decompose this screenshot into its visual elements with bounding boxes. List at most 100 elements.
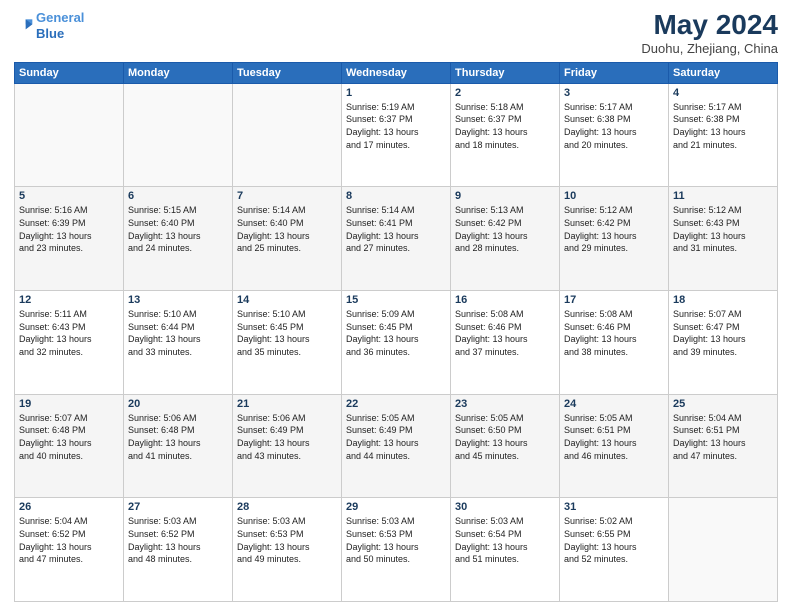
day-number: 5 xyxy=(19,190,119,202)
day-number: 3 xyxy=(564,87,664,99)
day-info: Sunrise: 5:16 AM Sunset: 6:39 PM Dayligh… xyxy=(19,204,119,254)
calendar-cell: 15Sunrise: 5:09 AM Sunset: 6:45 PM Dayli… xyxy=(342,291,451,395)
calendar-cell: 19Sunrise: 5:07 AM Sunset: 6:48 PM Dayli… xyxy=(15,394,124,498)
header: General Blue May 2024 Duohu, Zhejiang, C… xyxy=(14,10,778,56)
calendar-cell: 22 Sunrise: 5:05 AM Sunset: 6:49 PM Dayli… xyxy=(342,394,451,498)
day-info: Sunrise: 5:18 AM Sunset: 6:37 PM Dayligh… xyxy=(455,101,555,151)
logo: General Blue xyxy=(14,10,84,41)
day-info: Sunrise: 5:12 AM Sunset: 6:43 PM Dayligh… xyxy=(673,204,773,254)
day-number: 11 xyxy=(673,190,773,202)
day-number: 28 xyxy=(237,501,337,513)
calendar-cell: 8 Sunrise: 5:14 AM Sunset: 6:41 PM Daylig… xyxy=(342,187,451,291)
day-info: Sunrise: 5:14 AM Sunset: 6:40 PM Dayligh… xyxy=(237,204,337,254)
calendar-cell: 4 Sunrise: 5:17 AM Sunset: 6:38 PM Daylig… xyxy=(669,83,778,187)
day-info: Sunrise: 5:02 AM Sunset: 6:55 PM Dayligh… xyxy=(564,515,664,565)
day-number: 2 xyxy=(455,87,555,99)
calendar-cell: 17 Sunrise: 5:08 AM Sunset: 6:46 PM Dayli… xyxy=(560,291,669,395)
calendar-cell: 9Sunrise: 5:13 AM Sunset: 6:42 PM Daylig… xyxy=(451,187,560,291)
calendar-cell: 30Sunrise: 5:03 AM Sunset: 6:54 PM Dayli… xyxy=(451,498,560,602)
day-info: Sunrise: 5:14 AM Sunset: 6:41 PM Dayligh… xyxy=(346,204,446,254)
day-number: 9 xyxy=(455,190,555,202)
day-number: 21 xyxy=(237,398,337,410)
day-info: Sunrise: 5:17 AM Sunset: 6:38 PM Dayligh… xyxy=(564,101,664,151)
page: General Blue May 2024 Duohu, Zhejiang, C… xyxy=(0,0,792,612)
day-info: Sunrise: 5:06 AM Sunset: 6:48 PM Dayligh… xyxy=(128,412,228,462)
calendar-cell: 28Sunrise: 5:03 AM Sunset: 6:53 PM Dayli… xyxy=(233,498,342,602)
day-number: 24 xyxy=(564,398,664,410)
day-number: 23 xyxy=(455,398,555,410)
calendar-cell: 6 Sunrise: 5:15 AM Sunset: 6:40 PM Daylig… xyxy=(124,187,233,291)
calendar-cell: 29 Sunrise: 5:03 AM Sunset: 6:53 PM Dayli… xyxy=(342,498,451,602)
subtitle: Duohu, Zhejiang, China xyxy=(641,41,778,56)
calendar-week-row: 26Sunrise: 5:04 AM Sunset: 6:52 PM Dayli… xyxy=(15,498,778,602)
calendar-cell: 21 Sunrise: 5:06 AM Sunset: 6:49 PM Dayli… xyxy=(233,394,342,498)
calendar-cell: 13Sunrise: 5:10 AM Sunset: 6:44 PM Dayli… xyxy=(124,291,233,395)
calendar-cell: 1Sunrise: 5:19 AM Sunset: 6:37 PM Daylig… xyxy=(342,83,451,187)
day-number: 29 xyxy=(346,501,446,513)
day-number: 13 xyxy=(128,294,228,306)
calendar-cell: 20 Sunrise: 5:06 AM Sunset: 6:48 PM Dayli… xyxy=(124,394,233,498)
day-number: 12 xyxy=(19,294,119,306)
day-info: Sunrise: 5:15 AM Sunset: 6:40 PM Dayligh… xyxy=(128,204,228,254)
day-number: 25 xyxy=(673,398,773,410)
main-title: May 2024 xyxy=(641,10,778,41)
day-number: 6 xyxy=(128,190,228,202)
calendar-cell: 2 Sunrise: 5:18 AM Sunset: 6:37 PM Daylig… xyxy=(451,83,560,187)
day-number: 27 xyxy=(128,501,228,513)
calendar-week-row: 19Sunrise: 5:07 AM Sunset: 6:48 PM Dayli… xyxy=(15,394,778,498)
weekday-header-cell: Monday xyxy=(124,62,233,83)
day-info: Sunrise: 5:11 AM Sunset: 6:43 PM Dayligh… xyxy=(19,308,119,358)
day-info: Sunrise: 5:08 AM Sunset: 6:46 PM Dayligh… xyxy=(564,308,664,358)
day-info: Sunrise: 5:04 AM Sunset: 6:51 PM Dayligh… xyxy=(673,412,773,462)
day-info: Sunrise: 5:12 AM Sunset: 6:42 PM Dayligh… xyxy=(564,204,664,254)
day-number: 22 xyxy=(346,398,446,410)
calendar-cell: 14Sunrise: 5:10 AM Sunset: 6:45 PM Dayli… xyxy=(233,291,342,395)
day-number: 16 xyxy=(455,294,555,306)
weekday-header-cell: Thursday xyxy=(451,62,560,83)
day-info: Sunrise: 5:09 AM Sunset: 6:45 PM Dayligh… xyxy=(346,308,446,358)
calendar-cell: 3 Sunrise: 5:17 AM Sunset: 6:38 PM Daylig… xyxy=(560,83,669,187)
calendar-cell: 23Sunrise: 5:05 AM Sunset: 6:50 PM Dayli… xyxy=(451,394,560,498)
day-number: 30 xyxy=(455,501,555,513)
logo-icon xyxy=(14,16,34,36)
day-info: Sunrise: 5:05 AM Sunset: 6:49 PM Dayligh… xyxy=(346,412,446,462)
calendar-body: 1Sunrise: 5:19 AM Sunset: 6:37 PM Daylig… xyxy=(15,83,778,601)
calendar-week-row: 12 Sunrise: 5:11 AM Sunset: 6:43 PM Dayli… xyxy=(15,291,778,395)
day-number: 17 xyxy=(564,294,664,306)
day-info: Sunrise: 5:03 AM Sunset: 6:52 PM Dayligh… xyxy=(128,515,228,565)
calendar-cell: 26Sunrise: 5:04 AM Sunset: 6:52 PM Dayli… xyxy=(15,498,124,602)
day-number: 4 xyxy=(673,87,773,99)
day-number: 18 xyxy=(673,294,773,306)
calendar-cell: 7 Sunrise: 5:14 AM Sunset: 6:40 PM Daylig… xyxy=(233,187,342,291)
day-number: 1 xyxy=(346,87,446,99)
calendar-cell: 27 Sunrise: 5:03 AM Sunset: 6:52 PM Dayli… xyxy=(124,498,233,602)
day-info: Sunrise: 5:10 AM Sunset: 6:45 PM Dayligh… xyxy=(237,308,337,358)
day-number: 31 xyxy=(564,501,664,513)
title-block: May 2024 Duohu, Zhejiang, China xyxy=(641,10,778,56)
calendar-cell xyxy=(15,83,124,187)
calendar-cell: 31 Sunrise: 5:02 AM Sunset: 6:55 PM Dayli… xyxy=(560,498,669,602)
calendar-cell: 11 Sunrise: 5:12 AM Sunset: 6:43 PM Dayli… xyxy=(669,187,778,291)
day-number: 7 xyxy=(237,190,337,202)
day-info: Sunrise: 5:03 AM Sunset: 6:53 PM Dayligh… xyxy=(346,515,446,565)
weekday-header-cell: Saturday xyxy=(669,62,778,83)
calendar-cell xyxy=(124,83,233,187)
calendar-cell: 16 Sunrise: 5:08 AM Sunset: 6:46 PM Dayli… xyxy=(451,291,560,395)
day-number: 8 xyxy=(346,190,446,202)
calendar-cell: 12 Sunrise: 5:11 AM Sunset: 6:43 PM Dayli… xyxy=(15,291,124,395)
weekday-header-cell: Tuesday xyxy=(233,62,342,83)
day-info: Sunrise: 5:06 AM Sunset: 6:49 PM Dayligh… xyxy=(237,412,337,462)
weekday-header-cell: Friday xyxy=(560,62,669,83)
day-info: Sunrise: 5:04 AM Sunset: 6:52 PM Dayligh… xyxy=(19,515,119,565)
day-number: 20 xyxy=(128,398,228,410)
day-info: Sunrise: 5:17 AM Sunset: 6:38 PM Dayligh… xyxy=(673,101,773,151)
day-info: Sunrise: 5:08 AM Sunset: 6:46 PM Dayligh… xyxy=(455,308,555,358)
calendar: SundayMondayTuesdayWednesdayThursdayFrid… xyxy=(14,62,778,602)
day-number: 10 xyxy=(564,190,664,202)
calendar-cell: 24Sunrise: 5:05 AM Sunset: 6:51 PM Dayli… xyxy=(560,394,669,498)
calendar-cell: 25 Sunrise: 5:04 AM Sunset: 6:51 PM Dayli… xyxy=(669,394,778,498)
day-info: Sunrise: 5:07 AM Sunset: 6:48 PM Dayligh… xyxy=(19,412,119,462)
calendar-cell: 10 Sunrise: 5:12 AM Sunset: 6:42 PM Dayli… xyxy=(560,187,669,291)
calendar-cell xyxy=(669,498,778,602)
calendar-week-row: 1Sunrise: 5:19 AM Sunset: 6:37 PM Daylig… xyxy=(15,83,778,187)
